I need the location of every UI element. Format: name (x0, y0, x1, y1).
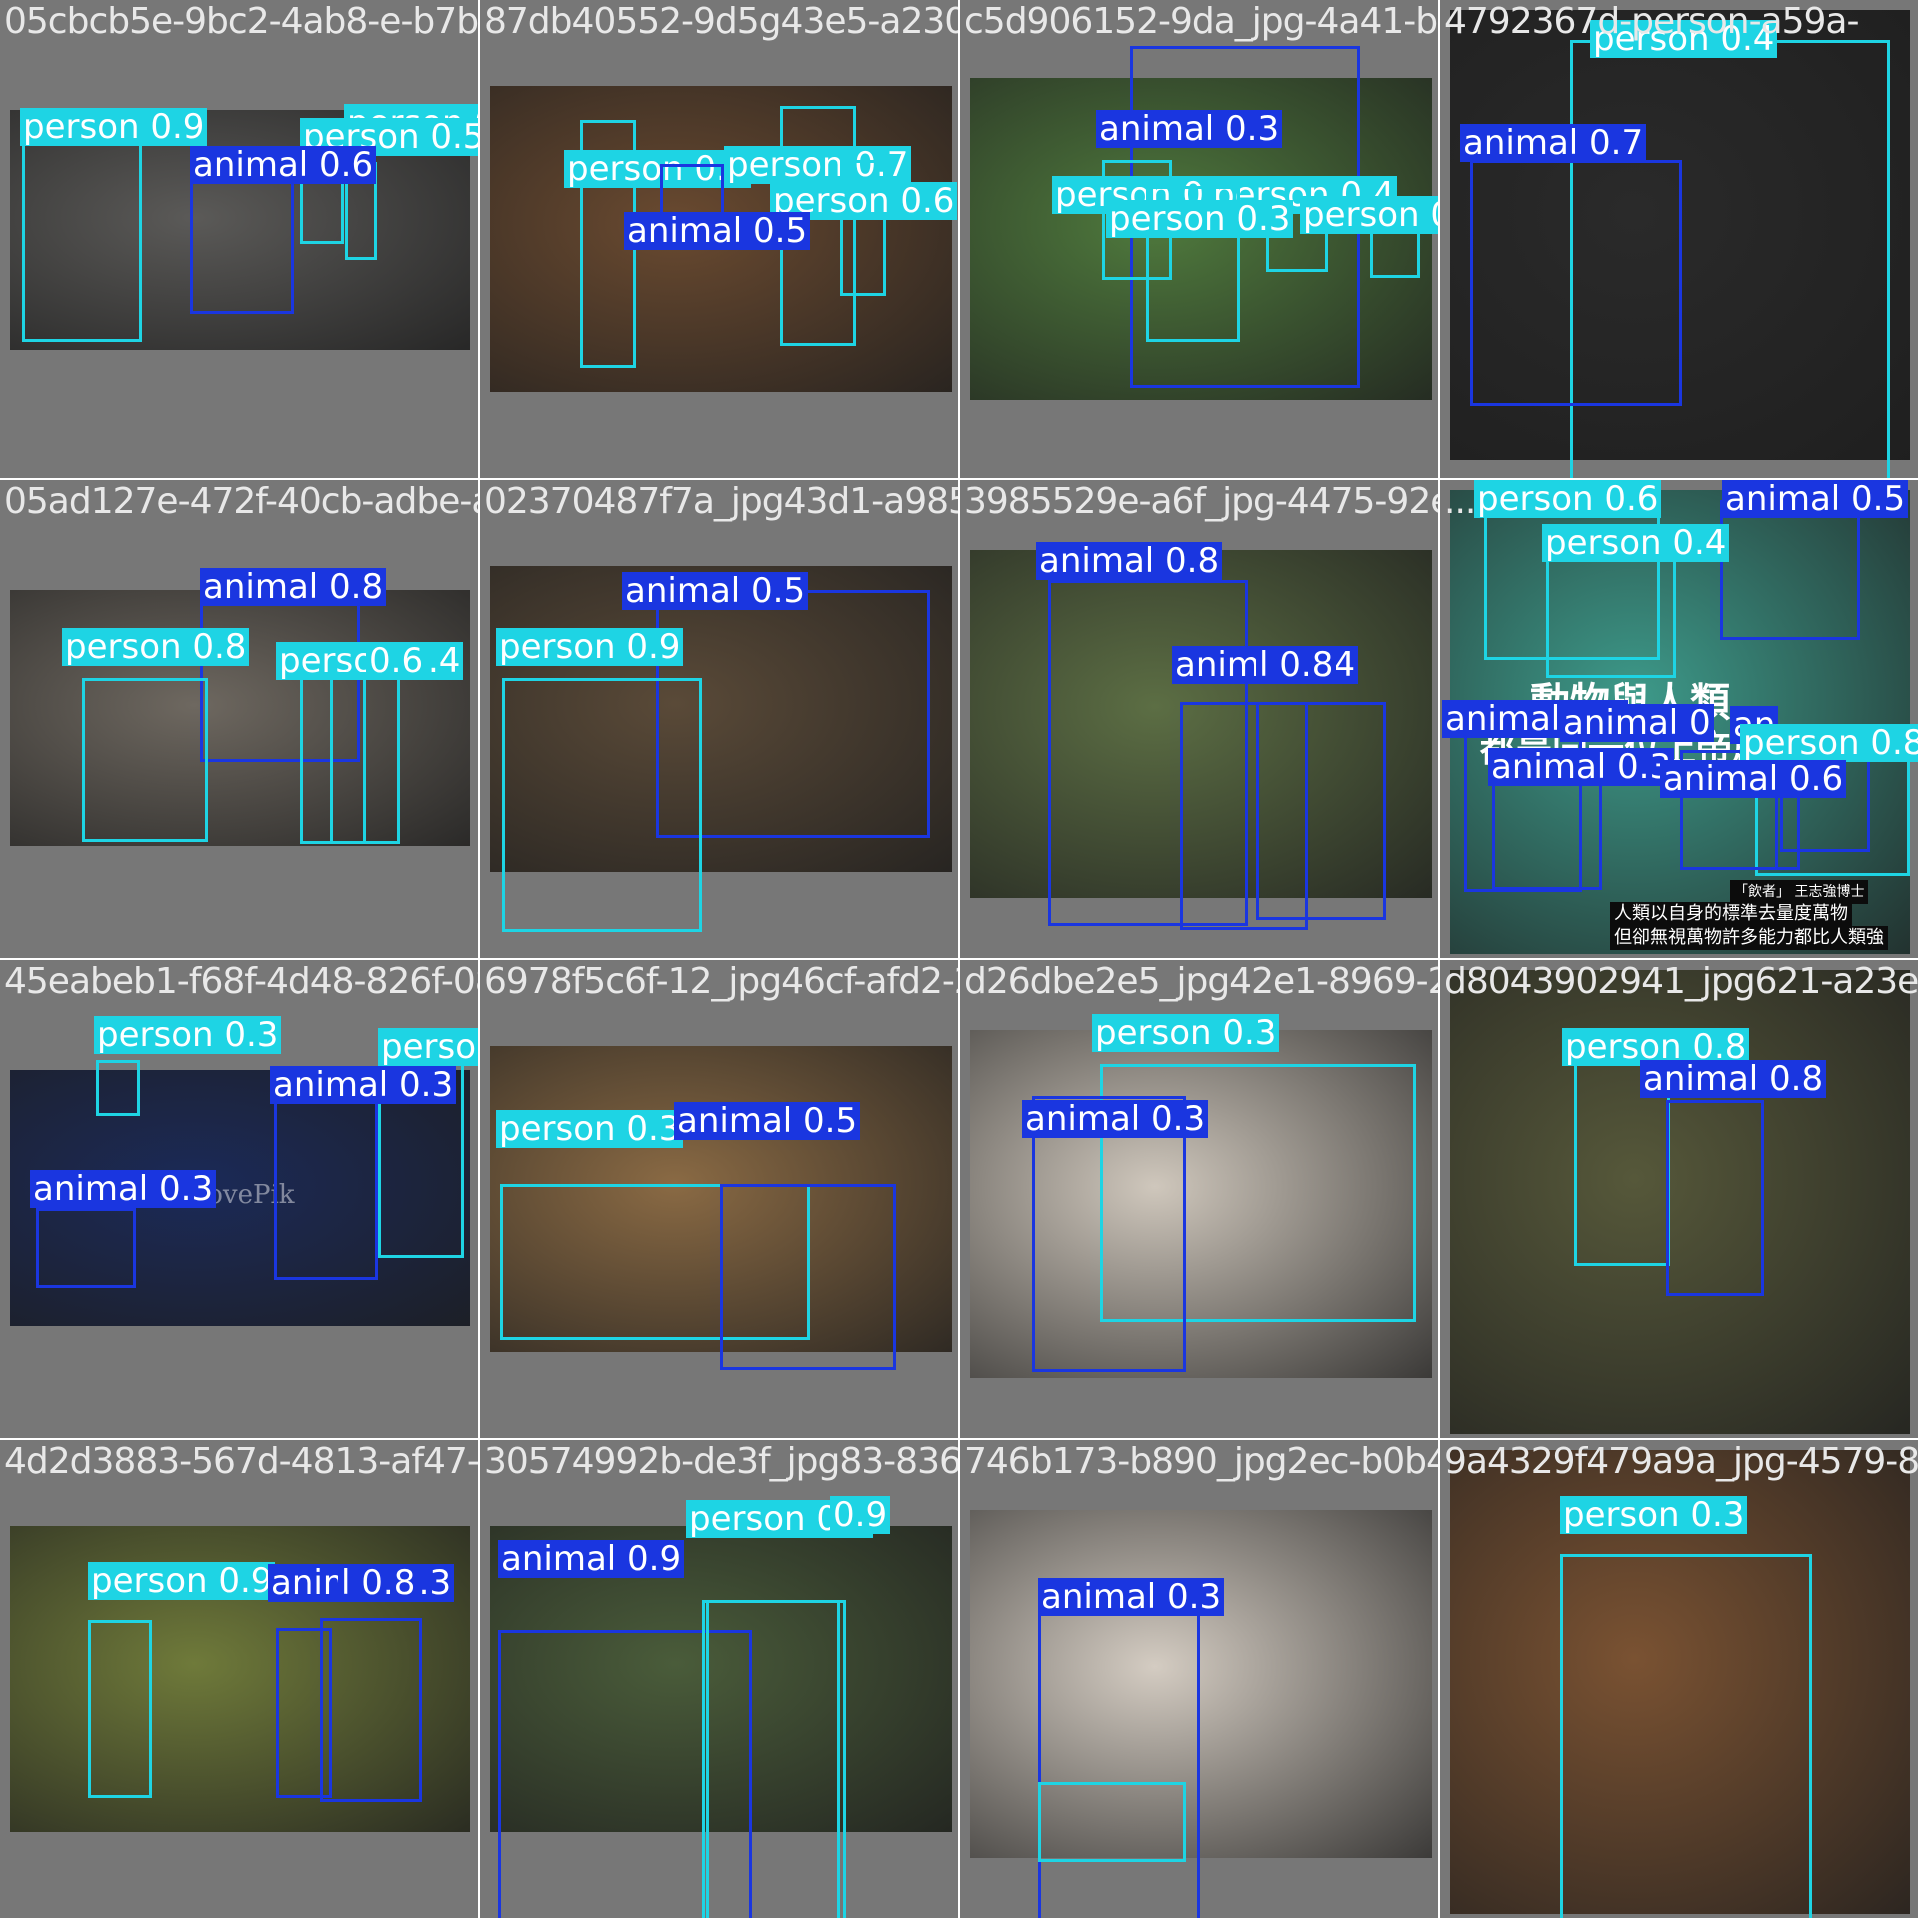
result-tile: person 0.3 person 0.7 person 0.6 animal 0.5… (480, 0, 958, 478)
image-filename: c5d906152-9da_jpg-4a41-b368-4792367d (964, 2, 1438, 42)
animal-bounding-box (1666, 1100, 1764, 1296)
person-bounding-box (1038, 1782, 1186, 1862)
person-detection-label: person 0.6 (378, 1028, 478, 1066)
person-bounding-box (22, 120, 142, 342)
animal-detection-label: animal 0.9 (498, 1540, 685, 1578)
image-filename: d8043902941_jpg621-a23e- (1444, 962, 1918, 1002)
result-tile: person 0.3 animal 0.5 6978f5c6f-12_jpg46cf… (480, 960, 958, 1438)
image-filename: 4d2d3883-567d-4813-af47-30574992b-de3f_j… (4, 1442, 478, 1482)
person-bounding-box (1560, 1554, 1812, 1918)
animal-bounding-box (1470, 160, 1682, 406)
caption-line-1: 人類以自身的標準去量度萬物 (1610, 902, 1852, 926)
animal-detection-label: animal 0.5 (622, 572, 809, 610)
animal-bounding-box (720, 1184, 896, 1370)
image-filename: 30574992b-de3f_jpg83-8369-4746b173 (484, 1442, 958, 1482)
person-detection-label: person 0.3 (1092, 1014, 1280, 1052)
animal-detection-label: animal 0.6 (1660, 760, 1847, 798)
animal-bounding-box (1492, 780, 1602, 890)
animal-detection-label: l 0.8 (338, 1564, 419, 1602)
animal-detection-label: animal 0.3 (270, 1066, 457, 1104)
animal-detection-label: animal 0.7 (1460, 124, 1647, 162)
person-detection-label: person 0.3 (1300, 196, 1438, 234)
animal-detection-label: animal 0.3 (1488, 748, 1675, 786)
person-bounding-box (96, 1060, 140, 1116)
result-tile: LovePikperson 0.3person 0.6animal 0.3ani… (0, 960, 478, 1438)
animal-detection-label: animal 0.3 (1022, 1100, 1209, 1138)
result-tile: person 0.8 animal 0.8 d8043902941_jpg621-a… (1440, 960, 1918, 1438)
animal-detection-label: animal 0.3 (1096, 110, 1283, 148)
animal-bounding-box (274, 1086, 378, 1280)
result-tile: animal 0.3 person 0.5 person 0.4 person 0.3… (960, 0, 1438, 478)
image-filename: 45eabeb1-f68f-4d48-826f-086978f5c6f-12_j… (4, 962, 478, 1002)
speaker-caption: 「飲者」 王志強博士 (1730, 880, 1869, 904)
animal-bounding-box (36, 1208, 136, 1288)
person-detection-label: 0.9 (830, 1496, 891, 1534)
image-filename: 3985529e-a6f_jpg-4475-92ef-a (964, 482, 1438, 522)
animal-detection-label: animal 0 (1560, 704, 1714, 742)
person-detection-label: person 0.3 (496, 1110, 684, 1148)
person-detection-label: person 0.3 (1106, 200, 1294, 238)
result-tile: person 0.4 animal 0.7 4792367d-person-a59a… (1440, 0, 1918, 478)
image-filename: 02370487f7a_jpg43d1-a985-3985529e-a6f (484, 482, 958, 522)
animal-bounding-box (320, 1618, 422, 1802)
animal-detection-label: l 0.8 (1256, 646, 1337, 684)
person-detection-label: person 0.8 (62, 628, 250, 666)
result-tile: animal 0.8 person 0.8 person 0.4 0.6 05ad127… (0, 480, 478, 958)
person-bounding-box (502, 678, 702, 932)
person-detection-label: person 0.8 (1740, 724, 1918, 762)
animal-detection-label: animal 0.3 (30, 1170, 217, 1208)
person-bounding-box (82, 678, 208, 842)
result-tile: person 0.3 9a4329f479a9a_jpg-4579-844d- (1440, 1440, 1918, 1918)
image-filename: ... (1444, 482, 1476, 522)
person-detection-label: person 0.9 (20, 108, 208, 146)
animal-bounding-box (1038, 1610, 1200, 1918)
animal-detection-label: animal 0.5 (624, 212, 811, 250)
animal-detection-label: animal 0.6 (190, 146, 377, 184)
image-filename: 6978f5c6f-12_jpg46cf-afd2-26d26dbe2e5 (484, 962, 958, 1002)
caption-line-2: 但卻無視萬物許多能力都比人類強 (1610, 926, 1888, 950)
person-bounding-box (330, 672, 400, 844)
detection-results-grid: person 0.9person 0.7person 0.5animal 0.6… (0, 0, 1920, 1920)
image-filename: 05ad127e-472f-40cb-adbe-a02370487f7a_jpg… (4, 482, 478, 522)
result-tile: animal 0.5 person 0.9 02370487f7a_jpg43d1-… (480, 480, 958, 958)
result-tile: 動物與人類，都是同一位上帝創造「飲者」 王志強博士人類以自身的標準去量度萬物但卻… (1440, 480, 1918, 958)
person-detection-label: person 0.4 (1542, 524, 1730, 562)
result-tile: animal 0.8animal 0.4l 0.83985529e-a6f_jp… (960, 480, 1438, 958)
animal-detection-label: animal 0.5 (674, 1102, 861, 1140)
animal-detection-label: animal 0.8 (1640, 1060, 1827, 1098)
animal-detection-label: animal 0.8 (200, 568, 387, 606)
image-filename: 746b173-b890_jpg2ec-b0b4-9 (964, 1442, 1438, 1482)
result-tile: person 0.9person 0.7person 0.5animal 0.6… (0, 0, 478, 478)
animal-bounding-box (1256, 702, 1386, 920)
person-detection-label: person 0.9 (496, 628, 684, 666)
image-filename: d26dbe2e5_jpg42e1-8969-2 (964, 962, 1438, 1002)
image-filename: 87db40552-9d5g43e5-a230-6c5d906152-9da_j… (484, 2, 958, 42)
person-detection-label: person 0.9 (88, 1562, 276, 1600)
person-bounding-box (88, 1620, 152, 1798)
person-bounding-box (702, 1600, 846, 1918)
animal-detection-label: animal 0.8 (1036, 542, 1223, 580)
result-tile: animal 0.3 746b173-b890_jpg2ec-b0b4-9 (960, 1440, 1438, 1918)
person-detection-label: 0.6 (366, 642, 427, 680)
person-detection-label: person 0.3 (1560, 1496, 1748, 1534)
image-filename: 4792367d-person-a59a- (1444, 2, 1859, 42)
result-tile: person 0.3 animal 0.3 d26dbe2e5_jpg42e1-89… (960, 960, 1438, 1438)
result-tile: person 0.9 animal 0.3 l 0.8 4d2d3883-567d-4… (0, 1440, 478, 1918)
image-filename: 05cbcb5e-9bc2-4ab8-e-b7b2-82db40552-9d5g… (4, 2, 478, 42)
animal-detection-label: animal 0.3 (1038, 1578, 1225, 1616)
person-bounding-box (1546, 544, 1676, 678)
result-tile: animal 0.9 person 0.7 0.9 30574992b-de3f_jp… (480, 1440, 958, 1918)
image-filename: 9a4329f479a9a_jpg-4579-844d- (1444, 1442, 1918, 1482)
person-detection-label: person 0.3 (94, 1016, 282, 1054)
